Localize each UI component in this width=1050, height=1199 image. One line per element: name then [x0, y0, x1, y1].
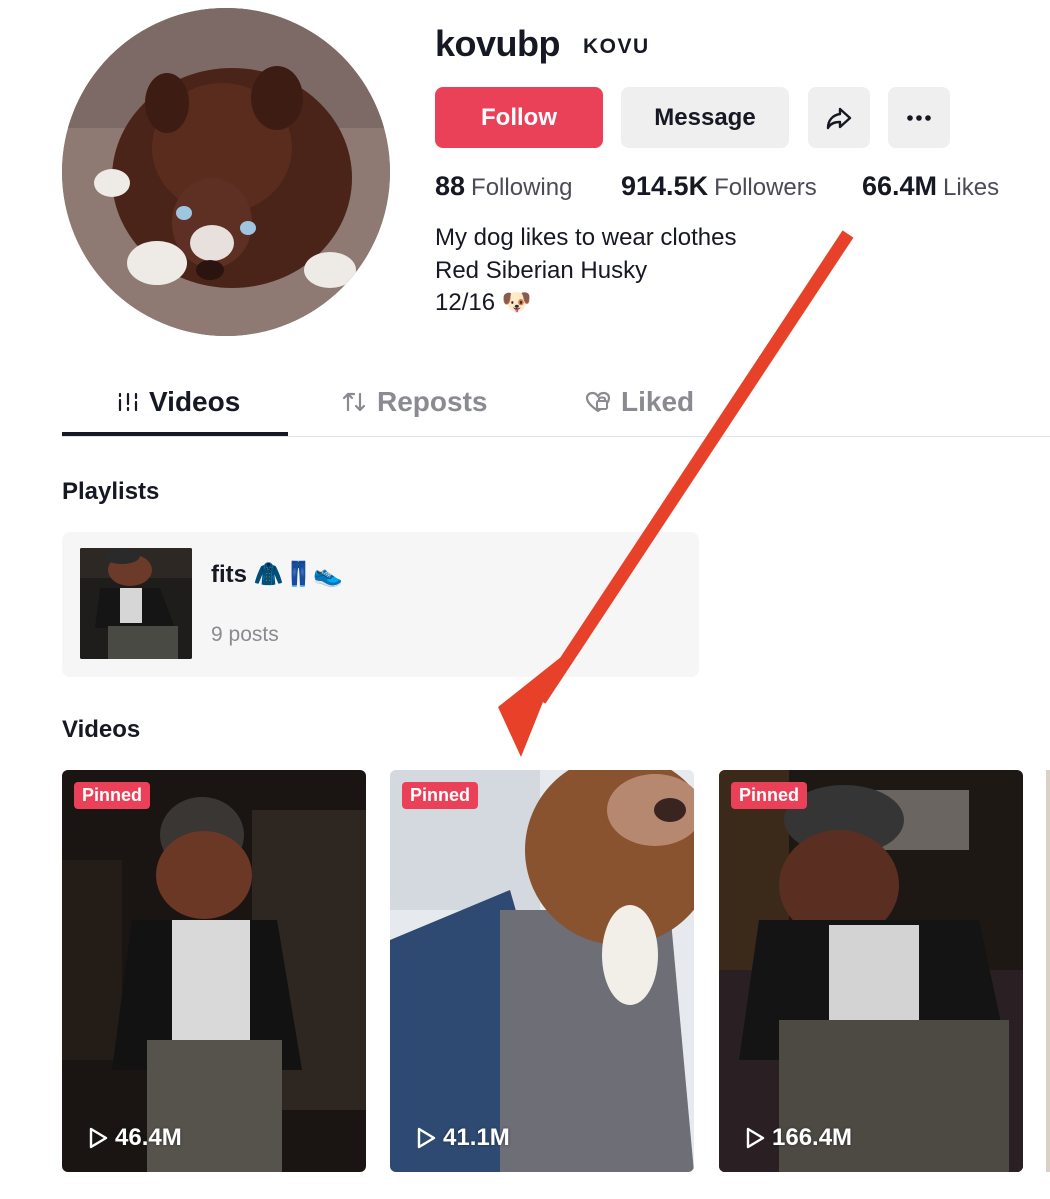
active-tab-indicator [62, 432, 288, 436]
playlist-name[interactable]: fits 🧥👖👟 [211, 560, 343, 590]
heart-lock-icon [585, 391, 611, 413]
likes-stat: 66.4M Likes [862, 167, 999, 207]
followers-stat[interactable]: 914.5K Followers [621, 167, 817, 207]
video-tile[interactable]: Pinned 41.1M [390, 770, 694, 1172]
grid-icon [118, 392, 138, 412]
profile-avatar[interactable] [62, 8, 390, 336]
video-thumbnail-image [62, 770, 366, 1172]
playlist-post-count: 9 posts [211, 623, 279, 646]
videos-heading: Videos [62, 716, 141, 743]
pinned-badge: Pinned [402, 782, 479, 809]
share-icon [826, 107, 852, 129]
share-button[interactable] [808, 87, 870, 148]
avatar-dog-image [62, 8, 390, 336]
followers-count: 914.5K [621, 171, 709, 201]
play-icon [746, 1127, 765, 1149]
following-label: Following [471, 174, 573, 201]
view-count: 41.1M [415, 1124, 510, 1152]
playlist-thumbnail[interactable] [80, 548, 192, 659]
bio-line: 12/16 🐶 [435, 289, 532, 316]
tab-label: Liked [621, 386, 695, 417]
view-count-value: 46.4M [115, 1124, 182, 1151]
play-icon [89, 1127, 108, 1149]
video-thumbnail-image [719, 770, 1023, 1172]
likes-count: 66.4M [862, 171, 938, 201]
tabs-divider [62, 436, 1050, 437]
tab-reposts[interactable]: Reposts [341, 382, 487, 422]
bio-line: Red Siberian Husky [435, 256, 648, 284]
view-count-value: 41.1M [443, 1124, 510, 1151]
followers-label: Followers [714, 174, 817, 201]
play-icon [417, 1127, 436, 1149]
following-count: 88 [435, 171, 466, 201]
likes-label: Likes [943, 174, 1000, 201]
view-count: 166.4M [744, 1124, 852, 1152]
tab-label: Videos [149, 386, 241, 417]
more-options-button[interactable] [888, 87, 950, 148]
profile-username: kovubp [435, 23, 561, 64]
playlist-thumbnail-image [80, 548, 192, 659]
follow-button[interactable]: Follow [435, 87, 603, 148]
profile-nickname: KOVU [583, 35, 650, 58]
tab-liked[interactable]: Liked [585, 382, 694, 422]
repost-icon [342, 392, 366, 412]
view-count-value: 166.4M [772, 1124, 853, 1151]
next-video-tile-edge[interactable] [1046, 770, 1050, 1172]
profile-bio: My dog likes to wear clothes Red Siberia… [435, 222, 736, 320]
pinned-badge: Pinned [731, 782, 808, 809]
tab-videos[interactable]: Videos [117, 382, 240, 422]
video-tile[interactable]: Pinned 166.4M [719, 770, 1023, 1172]
more-icon [907, 114, 931, 121]
message-button[interactable]: Message [621, 87, 789, 148]
tab-label: Reposts [377, 386, 488, 417]
bio-line: My dog likes to wear clothes [435, 224, 737, 251]
video-tile[interactable]: Pinned 46.4M [62, 770, 366, 1172]
playlists-heading: Playlists [62, 478, 160, 505]
following-stat[interactable]: 88 Following [435, 167, 572, 207]
video-thumbnail-image [390, 770, 694, 1172]
view-count: 46.4M [87, 1124, 182, 1152]
pinned-badge: Pinned [74, 782, 151, 809]
